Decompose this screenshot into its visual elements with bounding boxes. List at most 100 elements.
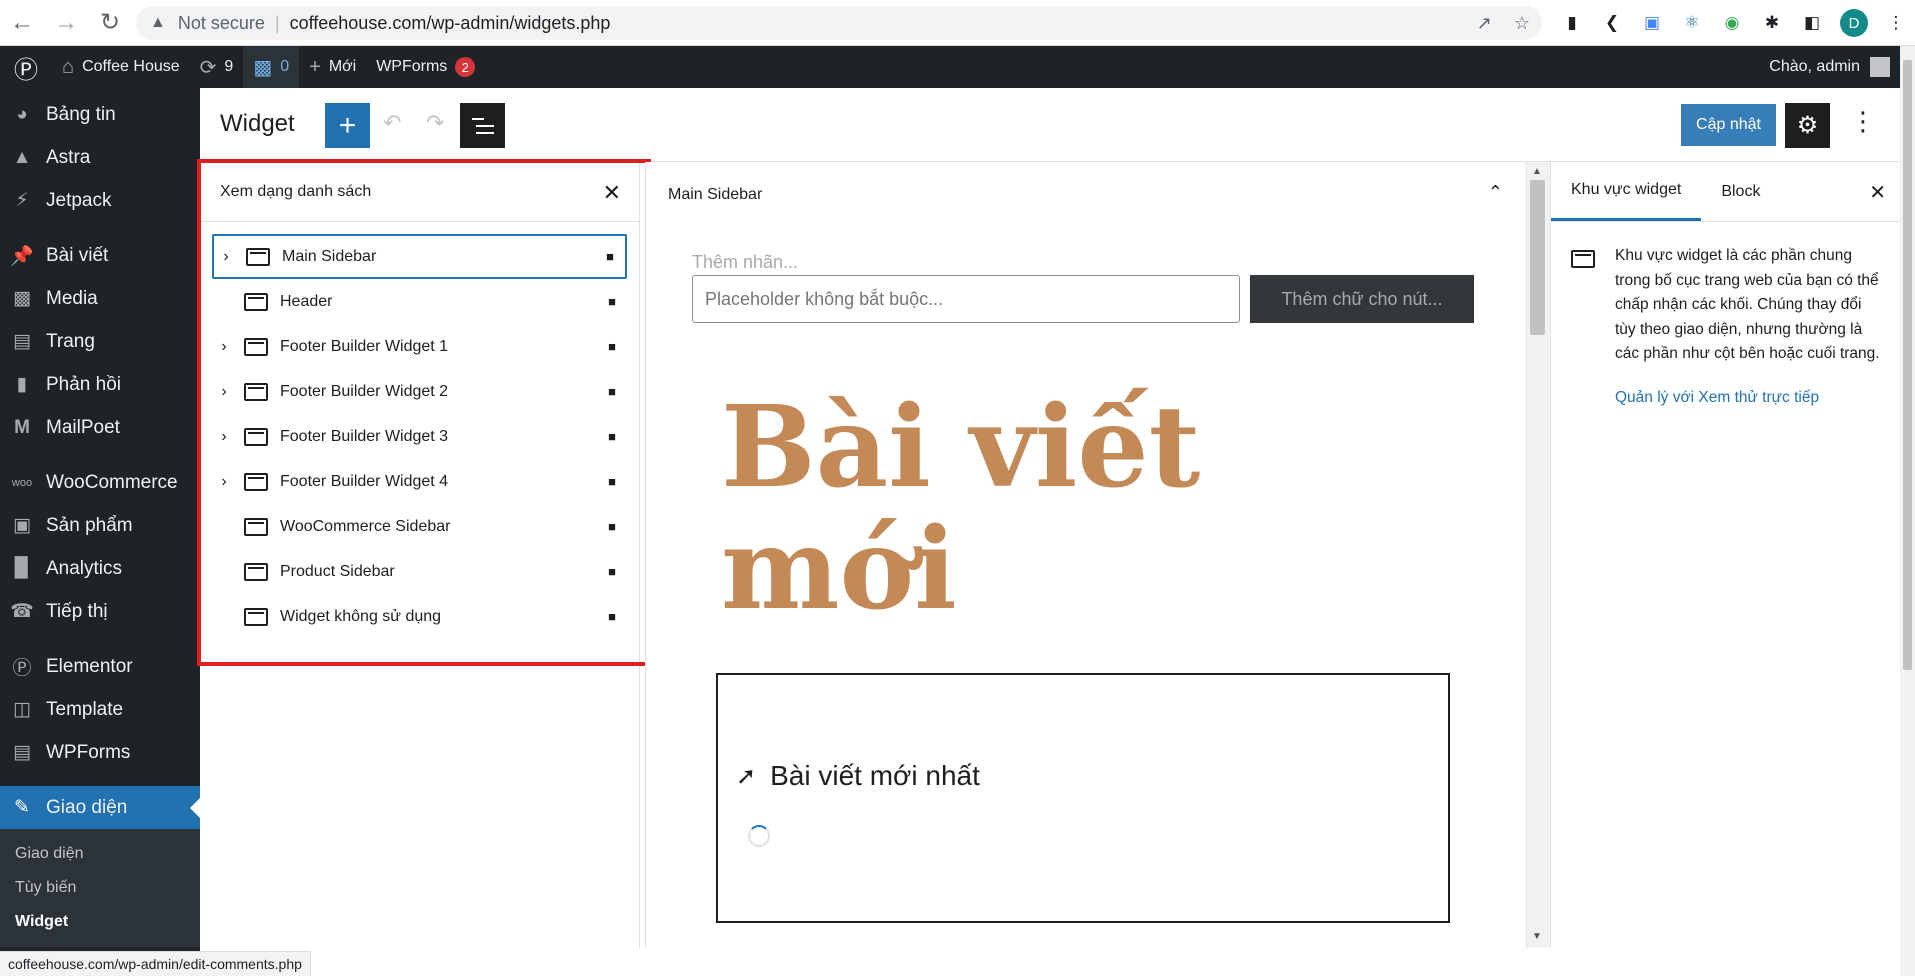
jetpack-icon: ⚡	[15, 190, 29, 211]
search-block-label[interactable]: Thêm nhãn...	[692, 252, 798, 273]
tab-block[interactable]: Block	[1701, 162, 1780, 221]
menu-item-analytics[interactable]: ▉ Analytics	[0, 547, 200, 590]
translate-icon[interactable]: ▣	[1640, 11, 1664, 35]
updates-icon: ⟳	[199, 56, 217, 79]
menu-label: Sản phẩm	[46, 514, 133, 536]
tab-widget-area[interactable]: Khu vực widget	[1551, 162, 1702, 221]
update-button[interactable]: Cập nhật	[1681, 104, 1776, 146]
menu-item-jetpack[interactable]: ⚡ Jetpack	[0, 179, 200, 222]
list-item-label: Widget không sử dụng	[280, 607, 442, 625]
menu-item-mailpoet[interactable]: M MailPoet	[0, 406, 200, 449]
extension-arrow-icon[interactable]: ❮	[1600, 11, 1624, 35]
reload-icon[interactable]: ↻	[88, 0, 132, 46]
submenu-item-widgets[interactable]: Widget	[0, 905, 200, 939]
widget-area-header[interactable]: Main Sidebar ⌃	[646, 162, 1525, 228]
lock-icon: ■	[608, 294, 616, 309]
list-view-header: Xem dạng danh sách ✕	[200, 162, 639, 222]
submenu-item-customize[interactable]: Tùy biến	[0, 871, 200, 905]
profile-avatar[interactable]: D	[1840, 9, 1868, 37]
page-scroll-thumb[interactable]	[1903, 60, 1912, 670]
undo-icon[interactable]: ↶	[383, 110, 401, 136]
wordpress-logo-icon[interactable]: Ⓟ	[0, 46, 52, 88]
chevron-up-icon[interactable]: ⌃	[1488, 182, 1503, 203]
list-item[interactable]: Product Sidebar ■	[212, 549, 627, 594]
chevron-right-icon[interactable]: ›	[212, 338, 236, 356]
scroll-down-icon[interactable]: ▼	[1532, 931, 1542, 942]
chevron-right-icon[interactable]: ›	[212, 428, 236, 446]
react-icon[interactable]: ⚛	[1680, 11, 1704, 35]
new-label: Mới	[328, 58, 357, 75]
menu-item-astra[interactable]: ▲ Astra	[0, 136, 200, 179]
menu-item-pages[interactable]: ▤ Trang	[0, 320, 200, 363]
canvas-scroll-thumb[interactable]	[1530, 180, 1545, 335]
menu-label: WooCommerce	[46, 471, 178, 493]
share-icon[interactable]: ↗	[1477, 13, 1492, 34]
search-button[interactable]: Thêm chữ cho nút...	[1250, 275, 1474, 323]
updates-link[interactable]: ⟳ 9	[190, 46, 244, 88]
wpforms-link[interactable]: WPForms 2	[366, 46, 485, 88]
scroll-up-icon[interactable]: ▲	[1532, 166, 1542, 177]
chevron-right-icon[interactable]: ›	[214, 248, 238, 266]
list-item[interactable]: › Footer Builder Widget 1 ■	[212, 324, 627, 369]
redo-icon[interactable]: ↷	[426, 110, 444, 136]
chevron-right-icon[interactable]: ›	[212, 473, 236, 491]
elementor-icon: Ⓟ	[12, 658, 32, 679]
menu-item-template[interactable]: ◫ Template	[0, 688, 200, 731]
list-view-button[interactable]	[460, 103, 505, 148]
address-bar[interactable]: ▲ Not secure | coffeehouse.com/wp-admin/…	[136, 6, 1542, 40]
settings-tabs: Khu vực widget Block ✕	[1551, 162, 1900, 222]
list-item[interactable]: › Footer Builder Widget 4 ■	[212, 459, 627, 504]
list-item[interactable]: › Main Sidebar ■	[212, 234, 627, 279]
search-input[interactable]: Placeholder không bắt buộc...	[692, 275, 1240, 323]
menu-item-marketing[interactable]: ☎ Tiếp thị	[0, 590, 200, 633]
browser-menu-icon[interactable]: ⋮	[1884, 11, 1908, 35]
list-item-label: Footer Builder Widget 3	[280, 427, 449, 445]
puzzle-icon[interactable]: ✱	[1760, 11, 1784, 35]
menu-item-wpforms[interactable]: ▤ WPForms	[0, 731, 200, 774]
site-name-link[interactable]: ⌂ Coffee House	[52, 46, 190, 88]
menu-item-products[interactable]: ▣ Sản phẩm	[0, 504, 200, 547]
menu-item-comments[interactable]: ▮ Phản hồi	[0, 363, 200, 406]
heading-block[interactable]: Bài viết mới	[721, 387, 1421, 631]
menu-item-dashboard[interactable]: ◕ Bảng tin	[0, 93, 200, 136]
url-separator: |	[274, 12, 280, 33]
analytics-icon: ▉	[14, 558, 30, 579]
submenu-item-themes[interactable]: Giao diện	[0, 837, 200, 871]
close-icon[interactable]: ✕	[603, 180, 621, 206]
menu-item-posts[interactable]: 📌 Bài viết	[0, 234, 200, 277]
add-block-button[interactable]: +	[325, 103, 370, 148]
back-icon[interactable]: ←	[0, 0, 44, 46]
close-icon[interactable]: ✕	[1869, 180, 1886, 205]
menu-item-appearance[interactable]: ✎ Giao diện	[0, 786, 200, 829]
sidepanel-icon[interactable]: ◧	[1800, 11, 1824, 35]
bookmark-star-icon[interactable]: ☆	[1514, 13, 1530, 34]
chevron-right-icon[interactable]: ›	[212, 383, 236, 401]
comments-link[interactable]: ▩ 0	[243, 46, 300, 88]
menu-label: Giao diện	[46, 796, 128, 818]
list-item[interactable]: › Footer Builder Widget 3 ■	[212, 414, 627, 459]
list-item[interactable]: Widget không sử dụng ■	[212, 594, 627, 639]
menu-item-woocommerce[interactable]: woo WooCommerce	[0, 461, 200, 504]
forward-icon[interactable]: →	[44, 0, 88, 46]
editor-canvas: Main Sidebar ⌃ Thêm nhãn... Placeholder …	[645, 162, 1525, 948]
latest-posts-block[interactable]: ➚ Bài viết mới nhất	[716, 673, 1450, 923]
color-picker-icon[interactable]: ◉	[1720, 11, 1744, 35]
new-content-link[interactable]: + Mới	[299, 46, 366, 88]
my-account[interactable]: Chào, admin	[1769, 46, 1890, 88]
list-item[interactable]: Header ■	[212, 279, 627, 324]
extension-icon[interactable]: ▮	[1560, 11, 1584, 35]
list-item[interactable]: › Footer Builder Widget 2 ■	[212, 369, 627, 414]
list-item-label: Footer Builder Widget 1	[280, 337, 449, 355]
menu-item-media[interactable]: ▩ Media	[0, 277, 200, 320]
lock-icon: ■	[606, 249, 614, 264]
customizer-link[interactable]: Quản lý với Xem thử trực tiếp	[1615, 389, 1880, 407]
page-scrollbar[interactable]	[1900, 46, 1915, 976]
widget-area-icon	[1571, 250, 1595, 268]
list-item[interactable]: WooCommerce Sidebar ■	[212, 504, 627, 549]
more-options-icon[interactable]: ⋮	[1850, 106, 1876, 137]
widget-area-icon	[244, 562, 268, 581]
menu-item-elementor[interactable]: Ⓟ Elementor	[0, 645, 200, 688]
canvas-scrollbar[interactable]: ▲ ▼	[1525, 162, 1550, 948]
menu-label: Jetpack	[46, 189, 112, 211]
settings-gear-button[interactable]: ⚙	[1785, 103, 1830, 148]
